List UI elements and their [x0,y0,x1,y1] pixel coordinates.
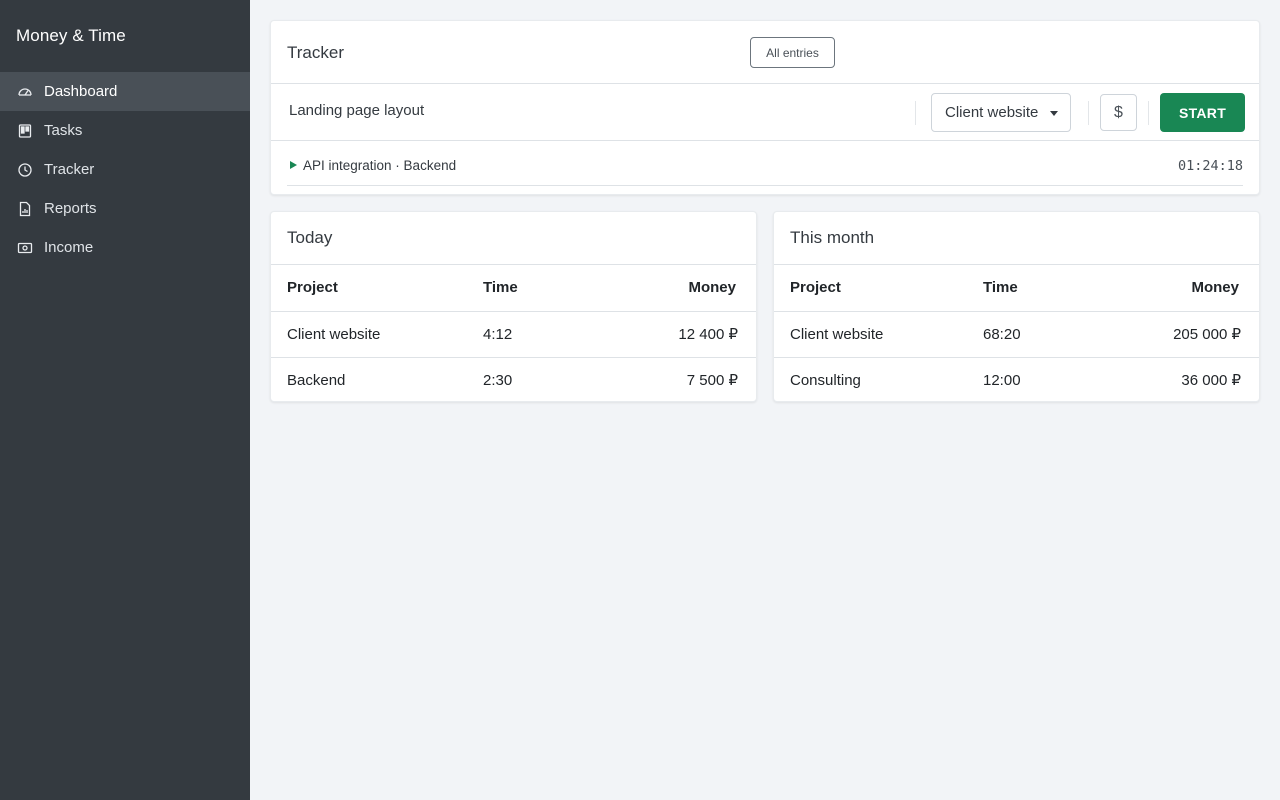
sidebar-item-reports[interactable]: Reports [0,189,250,228]
sidebar-item-income[interactable]: Income [0,228,250,267]
running-entry-label: API integration · Backend [303,158,457,173]
tasks-icon [16,122,34,140]
column-header-time: Time [483,265,603,312]
tracker-input-row: Client website $ START [271,84,1259,141]
cell-time: 2:30 [483,371,513,389]
month-table: Project Time Money Client website 68:20 … [774,265,1259,403]
sidebar-item-label: Reports [44,200,97,217]
column-header-money: Money [603,265,756,312]
table-row: Client website 4:12 12 400 ₽ [271,311,756,358]
main-content: Tracker All entries Client website $ STA… [270,20,1260,402]
sidebar-item-label: Income [44,239,94,256]
chevron-down-icon [1050,111,1058,116]
tracker-card: Tracker All entries Client website $ STA… [270,20,1260,195]
cell-money: 205 000 ₽ [1103,311,1259,358]
column-header-money: Money [1103,265,1259,312]
billable-toggle-button[interactable]: $ [1100,94,1137,131]
report-icon [16,200,34,218]
today-card: Today Project Time Money Client website … [270,211,757,402]
running-entry[interactable]: API integration · Backend 01:24:18 [287,141,1243,186]
all-entries-button[interactable]: All entries [750,37,835,68]
cell-time: 68:20 [983,311,1103,358]
tracker-title: Tracker [287,43,344,62]
cell-money: 12 400 ₽ [603,311,756,358]
task-description-input[interactable] [289,102,889,119]
sidebar-nav: Dashboard Tasks Tracker Reports Income [0,72,250,267]
cash-icon [16,239,34,257]
cell-money: 36 000 ₽ [1181,372,1241,390]
table-header-row: Project Time Money [774,265,1259,312]
cell-project: Consulting [790,371,861,389]
sidebar-item-tasks[interactable]: Tasks [0,111,250,150]
column-header-project: Project [271,265,483,312]
divider [915,101,916,125]
sidebar: Money & Time Dashboard Tasks Tracker Rep… [0,0,250,800]
sidebar-item-label: Dashboard [44,83,118,100]
table-row: Client website 68:20 205 000 ₽ [774,311,1259,358]
table-header-row: Project Time Money [271,265,756,312]
app-title: Money & Time [16,26,126,45]
cell-project: Client website [774,311,983,358]
divider [1088,101,1089,125]
cell-project: Backend [287,371,346,389]
sidebar-item-dashboard[interactable]: Dashboard [0,72,250,111]
sidebar-item-label: Tasks [44,122,83,139]
dashboard-icon [16,83,34,101]
stats-row: Today Project Time Money Client website … [270,211,1260,402]
column-header-project: Project [774,265,983,312]
month-card: This month Project Time Money Client web… [773,211,1260,402]
divider [1148,101,1149,125]
project-select[interactable]: Client website [931,93,1071,132]
play-icon [290,161,297,169]
start-button[interactable]: START [1160,93,1245,132]
today-title: Today [271,212,756,265]
project-select-value: Client website [945,104,1039,121]
running-entry-timer: 01:24:18 [1177,158,1243,174]
sidebar-item-label: Tracker [44,161,95,178]
cell-money: 7 500 ₽ [686,372,738,390]
cell-project: Client website [271,311,483,358]
month-title: This month [774,212,1259,265]
table-row: Consulting 12:00 36 000 ₽ [774,357,1259,403]
today-table: Project Time Money Client website 4:12 1… [271,265,756,403]
column-header-time: Time [983,265,1103,312]
table-row: Backend 2:30 7 500 ₽ [271,357,756,403]
cell-time: 4:12 [483,311,603,358]
cell-time: 12:00 [983,371,1021,389]
sidebar-item-tracker[interactable]: Tracker [0,150,250,189]
clock-icon [16,161,34,179]
tracker-header: Tracker All entries [271,21,1259,84]
